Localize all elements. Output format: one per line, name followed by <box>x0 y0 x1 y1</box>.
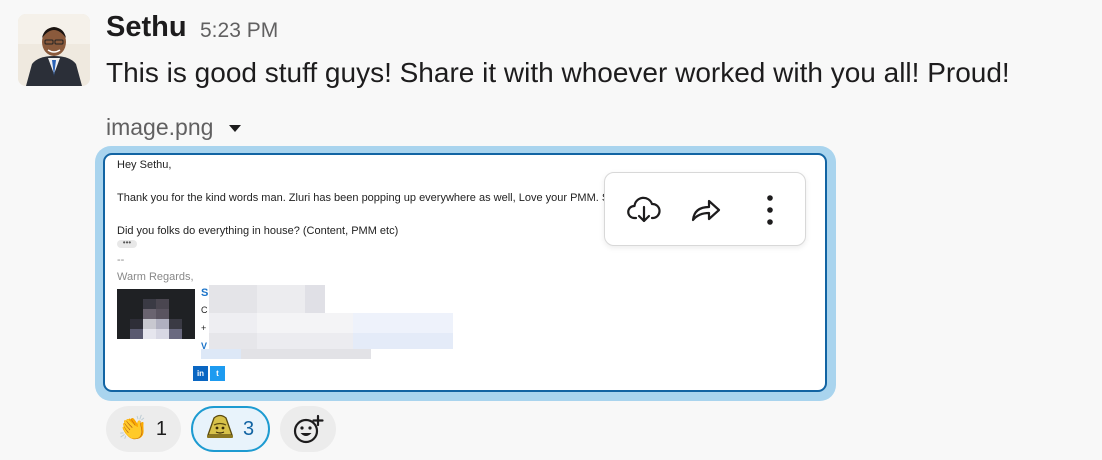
email-greeting: Hey Sethu, <box>117 159 172 171</box>
clapping-hands-icon: 👏 <box>118 415 148 442</box>
share-icon <box>691 199 721 222</box>
reaction-custom[interactable]: 3 <box>191 406 271 452</box>
more-actions-button[interactable] <box>751 191 789 229</box>
custom-emoji-icon <box>205 413 235 445</box>
reaction-count: 3 <box>243 417 255 440</box>
email-line-2: Did you folks do everything in house? (C… <box>117 225 399 237</box>
email-quote-dots: ••• <box>117 239 137 248</box>
add-emoji-icon <box>294 414 324 444</box>
share-button[interactable] <box>687 191 725 229</box>
download-icon <box>627 196 661 223</box>
signature-line-3-initial: + <box>201 323 207 333</box>
message-author[interactable]: Sethu <box>106 11 187 44</box>
reaction-count: 1 <box>155 417 168 440</box>
more-icon <box>767 195 773 225</box>
email-signoff: Warm Regards, <box>117 271 194 283</box>
linkedin-icon: in <box>193 366 208 381</box>
attachment-filename-toggle[interactable]: image.png <box>106 114 242 141</box>
message-timestamp[interactable]: 5:23 PM <box>200 19 278 43</box>
avatar-photo <box>18 14 90 86</box>
twitter-icon: t <box>210 366 225 381</box>
download-button[interactable] <box>625 191 663 229</box>
email-separator: -- <box>117 254 125 266</box>
add-reaction-button[interactable] <box>280 406 337 452</box>
image-actions-toolbar <box>604 172 806 246</box>
message-text: This is good stuff guys! Share it with w… <box>106 57 1010 88</box>
signature-photo-pixelated <box>117 289 195 339</box>
reaction-clap[interactable]: 👏 1 <box>106 406 182 452</box>
reactions-bar: 👏 1 3 <box>106 406 337 452</box>
avatar[interactable] <box>18 14 90 86</box>
attachment-filename: image.png <box>106 114 214 140</box>
email-line-1: Thank you for the kind words man. Zluri … <box>117 192 616 204</box>
signature-line-2-initial: C <box>201 305 208 315</box>
signature-name-initial: S <box>201 287 209 299</box>
chevron-down-icon <box>229 125 242 132</box>
